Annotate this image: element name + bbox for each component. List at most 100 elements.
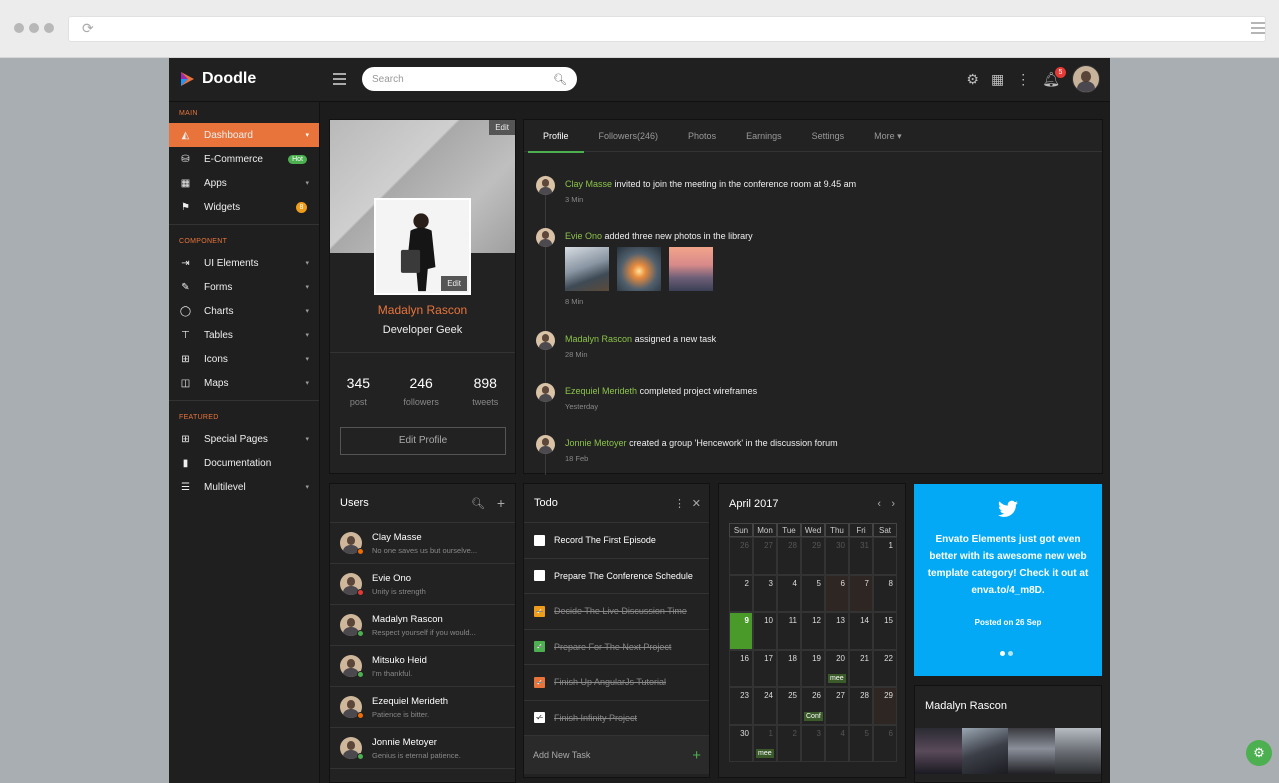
bell-icon[interactable]: 🔔︎ 5 <box>1042 66 1066 88</box>
cover-edit-button[interactable]: Edit <box>489 120 515 135</box>
apps-grid-icon[interactable]: ▦ <box>991 71 1004 88</box>
calendar-day[interactable]: 11 <box>777 612 801 650</box>
browser-menu-icon[interactable] <box>1251 22 1265 37</box>
carousel-dot[interactable] <box>1008 651 1013 656</box>
calendar-day[interactable]: 17 <box>753 649 777 687</box>
gallery-image[interactable] <box>961 728 1008 774</box>
todo-item[interactable]: ✓ Decide The Live Discussion Time <box>524 594 709 630</box>
sidebar-item-apps[interactable]: ▦ Apps ▾ <box>169 171 319 195</box>
more-vertical-icon[interactable]: ⋮ <box>1016 71 1030 88</box>
tab-photos[interactable]: Photos <box>673 120 731 152</box>
sidebar-item-widgets[interactable]: ⚑ Widgets 8 <box>169 195 319 219</box>
reload-icon[interactable]: ⟳ <box>82 20 98 36</box>
feed-user-link[interactable]: Clay Masse <box>565 179 612 189</box>
calendar-day[interactable]: 19 <box>801 649 825 687</box>
calendar-day[interactable]: 28 <box>777 537 801 575</box>
calendar-event[interactable]: Conf <box>804 711 823 721</box>
calendar-event[interactable]: mee <box>828 674 846 683</box>
menu-toggle-icon[interactable] <box>333 73 346 88</box>
calendar-day[interactable]: 6 <box>825 574 849 612</box>
gear-icon[interactable]: ⚙ <box>966 71 979 88</box>
calendar-day[interactable]: 13 <box>825 612 849 650</box>
calendar-day[interactable]: 5 <box>801 574 825 612</box>
feed-user-link[interactable]: Ezequiel Merideth <box>565 386 637 396</box>
calendar-day[interactable]: 26 <box>729 537 753 575</box>
calendar-day[interactable]: 21 <box>849 649 873 687</box>
calendar-day[interactable]: 26 Conf <box>801 687 825 725</box>
search-input[interactable] <box>372 73 554 85</box>
tab-settings[interactable]: Settings <box>797 120 860 152</box>
address-bar[interactable] <box>68 16 1266 42</box>
calendar-day[interactable]: 8 <box>873 574 897 612</box>
todo-checkbox[interactable]: ✓ <box>534 676 545 688</box>
chevron-left-icon[interactable]: ‹ <box>877 498 881 510</box>
calendar-day[interactable]: 24 <box>753 687 777 725</box>
calendar-day[interactable]: 14 <box>849 612 873 650</box>
tab-profile[interactable]: Profile <box>528 120 584 153</box>
sidebar-item-multilevel[interactable]: ☰ Multilevel ▾ <box>169 475 319 499</box>
search-icon[interactable]: 🔍︎ <box>553 73 567 86</box>
photo-edit-button[interactable]: Edit <box>441 276 467 291</box>
calendar-day[interactable]: 4 <box>777 574 801 612</box>
user-list-item[interactable]: Mitsuko Heid I'm thankful. <box>330 646 515 687</box>
search-icon[interactable]: 🔍︎ <box>471 497 485 510</box>
calendar-day[interactable]: 3 <box>801 724 825 762</box>
sidebar-item-charts[interactable]: ◯ Charts ▾ <box>169 299 319 323</box>
sidebar-item-dashboard[interactable]: ◭ Dashboard ▾ <box>169 123 319 147</box>
tab-followers[interactable]: Followers(246) <box>584 120 674 152</box>
add-task-row[interactable]: Add New Task + <box>524 736 709 774</box>
sidebar-item-forms[interactable]: ✎ Forms ▾ <box>169 275 319 299</box>
todo-checkbox[interactable]: ✓ <box>534 605 545 617</box>
todo-item[interactable]: ✓ Prepare For The Next Project <box>524 630 709 665</box>
calendar-day[interactable]: 15 <box>873 612 897 650</box>
feed-user-link[interactable]: Evie Ono <box>565 231 602 241</box>
calendar-day[interactable]: 30 <box>825 537 849 575</box>
gallery-image[interactable] <box>915 728 962 774</box>
calendar-day[interactable]: 25 <box>777 687 801 725</box>
calendar-day[interactable]: 5 <box>849 724 873 762</box>
todo-checkbox[interactable]: ✓ <box>534 712 545 724</box>
photo-thumbnail[interactable] <box>565 247 609 291</box>
calendar-day[interactable]: 28 <box>849 687 873 725</box>
user-list-item[interactable]: Jonnie Metoyer Genius is eternal patience… <box>330 728 515 769</box>
twitter-icon[interactable] <box>998 500 1018 518</box>
photo-thumbnail[interactable] <box>669 247 713 291</box>
calendar-day[interactable]: 20 mee <box>825 649 849 687</box>
carousel-dot[interactable] <box>1000 651 1005 656</box>
tab-earnings[interactable]: Earnings <box>731 120 797 152</box>
calendar-day[interactable]: 12 <box>801 612 825 650</box>
tab-more[interactable]: More ▾ <box>859 120 917 152</box>
sidebar-item-special-pages[interactable]: ⊞ Special Pages ▾ <box>169 427 319 451</box>
user-list-item[interactable]: Madalyn Rascon Respect yourself if you wo… <box>330 605 515 646</box>
gallery-image[interactable] <box>1054 728 1101 774</box>
calendar-day[interactable]: 23 <box>729 687 753 725</box>
search-box[interactable]: 🔍︎ <box>362 67 577 91</box>
settings-fab-icon[interactable]: ⚙ <box>1246 740 1272 766</box>
feed-user-link[interactable]: Madalyn Rascon <box>565 334 632 344</box>
calendar-day[interactable]: 4 <box>825 724 849 762</box>
todo-checkbox[interactable] <box>534 570 545 582</box>
add-icon[interactable]: + <box>692 747 701 764</box>
calendar-day[interactable]: 22 <box>873 649 897 687</box>
calendar-day[interactable]: 16 <box>729 649 753 687</box>
feed-user-link[interactable]: Jonnie Metoyer <box>565 438 627 448</box>
todo-item[interactable]: Prepare The Conference Schedule <box>524 559 709 594</box>
edit-profile-button[interactable]: Edit Profile <box>340 427 506 455</box>
calendar-day[interactable]: 31 <box>849 537 873 575</box>
todo-item[interactable]: ✓ Finish Infinity Project <box>524 701 709 736</box>
logo[interactable]: Doodle <box>179 70 256 88</box>
calendar-day[interactable]: 29 <box>873 687 897 725</box>
sidebar-item-icons[interactable]: ⊞ Icons ▾ <box>169 347 319 371</box>
close-icon[interactable]: ✕ <box>692 497 701 510</box>
calendar-day[interactable]: 27 <box>825 687 849 725</box>
sidebar-item-e-commerce[interactable]: ⛁ E-Commerce Hot <box>169 147 319 171</box>
todo-item[interactable]: Record The First Episode <box>524 523 709 559</box>
calendar-day[interactable]: 6 <box>873 724 897 762</box>
todo-checkbox[interactable]: ✓ <box>534 641 545 653</box>
sidebar-item-ui-elements[interactable]: ⇥ UI Elements ▾ <box>169 251 319 275</box>
calendar-day[interactable]: 30 <box>729 724 753 762</box>
gallery-image[interactable] <box>1008 728 1055 774</box>
user-list-item[interactable]: Evie Ono Unity is strength <box>330 564 515 605</box>
calendar-day[interactable]: 10 <box>753 612 777 650</box>
add-icon[interactable]: + <box>497 495 505 511</box>
